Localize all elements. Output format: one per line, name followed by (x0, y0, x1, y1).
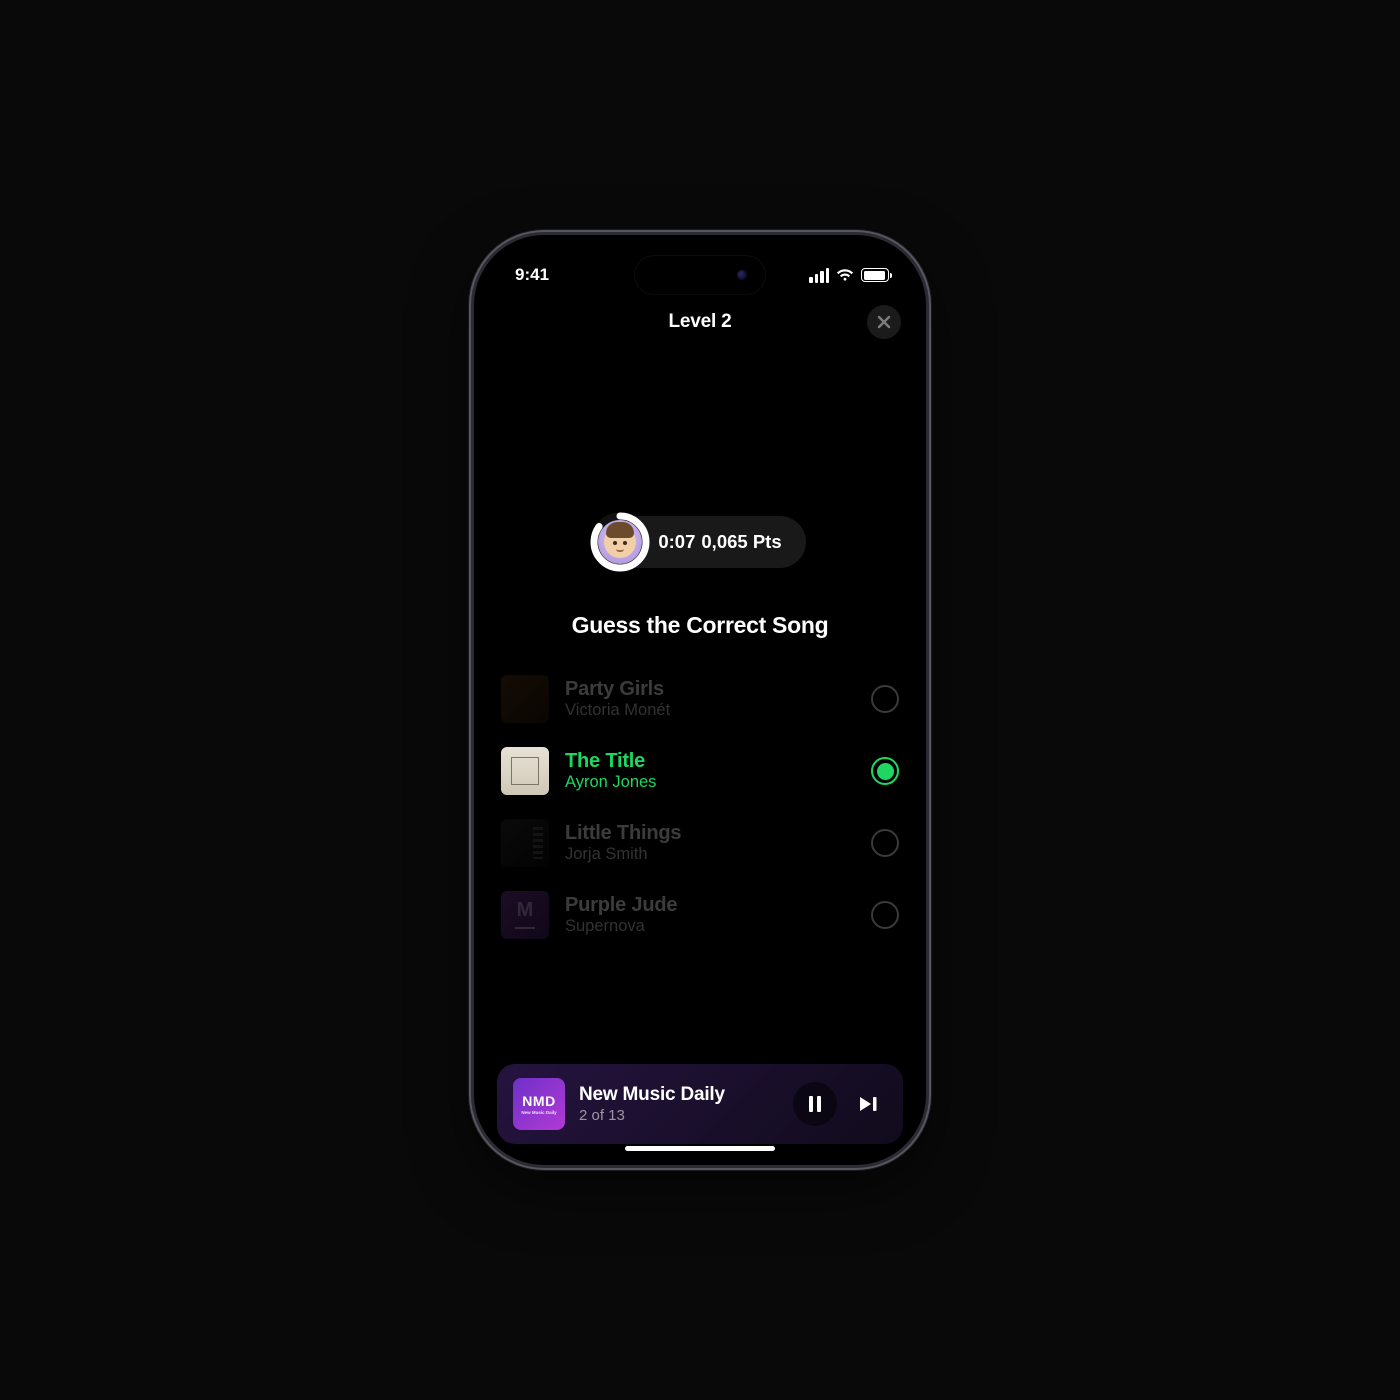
close-button[interactable] (867, 305, 901, 339)
art-sublabel: New Music Daily (521, 1110, 556, 1115)
now-playing-subtitle: 2 of 13 (579, 1107, 779, 1124)
timer-elapsed: 0:07 (658, 531, 695, 553)
options-list: Party Girls Victoria Monét The Title Ayr… (489, 663, 911, 951)
pause-button[interactable] (793, 1082, 837, 1126)
now-playing-art: NMD New Music Daily (513, 1078, 565, 1130)
phone-frame: 9:41 Level 2 (474, 235, 926, 1165)
song-option-1[interactable]: Party Girls Victoria Monét (493, 663, 907, 735)
timer-area: 0:07 0,065 Pts (489, 516, 911, 568)
memoji-icon (604, 526, 636, 558)
avatar (598, 520, 642, 564)
album-art-icon (501, 747, 549, 795)
prompt-text: Guess the Correct Song (489, 612, 911, 639)
next-icon (858, 1095, 880, 1113)
now-playing-bar[interactable]: NMD New Music Daily New Music Daily 2 of… (497, 1064, 903, 1144)
cellular-icon (809, 268, 829, 283)
dynamic-island (635, 256, 765, 294)
next-button[interactable] (851, 1082, 887, 1126)
nav-header: Level 2 (479, 298, 921, 346)
close-icon (877, 315, 891, 329)
album-art-icon (501, 891, 549, 939)
radio-icon (871, 757, 899, 785)
timer-points: 0,065 Pts (701, 531, 781, 553)
song-title: Party Girls (565, 678, 855, 701)
song-artist: Supernova (565, 917, 855, 936)
song-title: Purple Jude (565, 894, 855, 917)
page-title: Level 2 (668, 311, 731, 333)
wifi-icon (836, 268, 854, 282)
song-title: Little Things (565, 822, 855, 845)
pause-icon (807, 1095, 823, 1113)
song-title: The Title (565, 750, 855, 773)
song-artist: Jorja Smith (565, 845, 855, 864)
art-label: NMD (522, 1094, 555, 1108)
screen: 9:41 Level 2 (479, 240, 921, 1160)
album-art-icon (501, 675, 549, 723)
radio-icon (871, 829, 899, 857)
now-playing-title: New Music Daily (579, 1084, 779, 1106)
status-time: 9:41 (515, 265, 549, 285)
radio-icon (871, 685, 899, 713)
timer-pill: 0:07 0,065 Pts (594, 516, 805, 568)
radio-icon (871, 901, 899, 929)
song-artist: Ayron Jones (565, 773, 855, 792)
content: 0:07 0,065 Pts Guess the Correct Song Pa… (479, 346, 921, 1160)
avatar-progress (590, 512, 650, 572)
song-option-4[interactable]: Purple Jude Supernova (493, 879, 907, 951)
song-option-3[interactable]: Little Things Jorja Smith (493, 807, 907, 879)
album-art-icon (501, 819, 549, 867)
song-artist: Victoria Monét (565, 701, 855, 720)
battery-icon (861, 268, 889, 282)
song-option-2[interactable]: The Title Ayron Jones (493, 735, 907, 807)
home-indicator[interactable] (625, 1146, 775, 1151)
